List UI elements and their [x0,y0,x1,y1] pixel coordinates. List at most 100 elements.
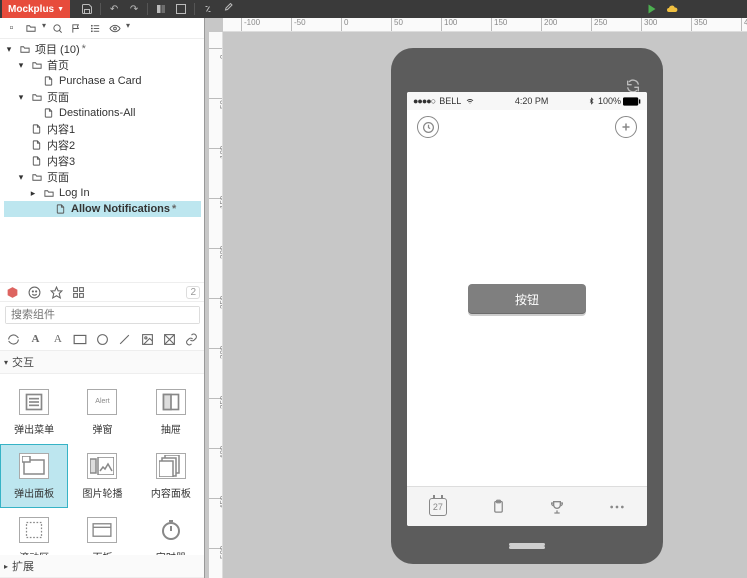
section-footer[interactable]: ▸ 扩展 [0,555,205,578]
recent-icon[interactable] [417,116,439,138]
tree-label: Destinations-All [59,107,135,119]
text-icon[interactable]: A [28,331,42,347]
list-icon[interactable] [88,21,103,35]
home-indicator [509,543,545,546]
tree-node[interactable]: ▾首页 [4,57,201,73]
more-icon[interactable] [609,504,625,510]
grid-icon[interactable] [71,285,85,299]
circle-icon[interactable] [95,331,109,347]
tree-label: 内容2 [47,137,75,153]
widget-alert[interactable]: Alert弹窗 [68,380,136,444]
folder-icon [30,171,43,184]
redo-icon[interactable]: ↷ [127,2,141,16]
app-bar: Mockplus ▼ ↶ ↷ [0,0,747,18]
ruler-horizontal: -150-100-5005010015020025030035040045050… [223,18,747,32]
eyedropper-icon[interactable] [221,2,235,16]
tree-spacer [0,219,205,282]
flag-icon[interactable] [69,21,84,35]
workspace: ▫ ▾ ▾ ▾ [0,18,747,578]
ruler-tick: -50 [291,18,306,31]
tree-node[interactable]: 内容2 [4,137,201,153]
save-icon[interactable] [80,2,94,16]
page-icon [30,155,43,168]
tree-node[interactable]: ▾ 页面 [4,89,201,105]
tree-label: Allow Notifications [71,203,170,215]
undo-icon[interactable]: ↶ [107,2,121,16]
image-icon[interactable] [140,331,154,347]
smiley-icon[interactable] [27,285,41,299]
tree-node[interactable]: 内容3 [4,153,201,169]
rect-icon[interactable] [73,331,87,347]
new-folder-icon[interactable] [23,21,38,35]
canvas-area[interactable]: ●●●●○ BELL 4:20 PM 100% [223,32,747,578]
toolbox-icon-1[interactable] [154,2,168,16]
tree-label: 内容1 [47,121,75,137]
tree-root[interactable]: ▾ 项目 (10) * [4,41,201,57]
trophy-icon[interactable] [549,499,565,515]
tree-toggle-icon[interactable]: ▾ [16,92,26,103]
ruler-vertical: 050100150200250300350400450500 [209,32,223,578]
battery-label: 100% [598,96,621,106]
tree-node[interactable]: Destinations-All [4,105,201,121]
tree-node[interactable]: Allow Notifications* [4,201,201,217]
mock-button[interactable]: 按钮 [468,284,586,314]
widget-stack[interactable]: 内容面板 [137,444,205,508]
label-icon[interactable]: A [51,331,65,347]
placeholder-image-icon[interactable] [162,331,176,347]
status-bar: ●●●●○ BELL 4:20 PM 100% [407,92,647,110]
link-icon[interactable] [185,331,199,347]
tree-toggle-icon[interactable]: ▾ [16,172,26,183]
ruler-tick: 400 [209,448,222,449]
ruler-tick: 100 [209,148,222,149]
tree-toggle-icon[interactable]: ▾ [4,44,14,55]
section-title-interact[interactable]: ▾ 交互 [0,351,205,374]
clipboard-icon[interactable] [491,498,506,515]
eye-icon[interactable] [107,21,122,35]
tree-toggle-icon[interactable]: ▸ [28,188,38,199]
wifi-icon [465,97,475,105]
cloud-sync-icon[interactable] [665,2,679,16]
widget-popup[interactable]: 弹出面板 [0,444,68,508]
star-icon[interactable] [49,285,63,299]
tab-bar: 27 [407,486,647,526]
add-icon[interactable] [615,116,637,138]
tree-toggle-icon[interactable]: ▾ [16,60,26,71]
phone-frame[interactable]: ●●●●○ BELL 4:20 PM 100% [391,48,663,564]
line-icon[interactable] [118,331,132,347]
tree-node[interactable]: ▾页面 [4,169,201,185]
page-icon [30,123,43,136]
refresh-icon[interactable] [6,331,20,347]
mock-button-label: 按钮 [515,291,539,308]
tree-node[interactable]: Purchase a Card [4,73,201,89]
folder-icon [30,59,43,72]
search-input[interactable] [6,307,199,323]
folder-icon [30,91,43,104]
brand[interactable]: Mockplus ▼ [2,0,70,18]
cube-icon[interactable] [5,285,19,299]
link-icon[interactable] [201,2,215,16]
nav-row [407,110,647,144]
tree-node[interactable]: 内容1 [4,121,201,137]
section-title-label: 交互 [12,354,34,370]
toolbox-icon-2[interactable] [174,2,188,16]
search-icon[interactable] [50,21,65,35]
play-icon[interactable] [645,2,659,16]
page-icon [42,107,55,120]
ruler-tick: 500 [209,548,222,549]
new-page-icon[interactable]: ▫ [4,21,19,35]
widget-carousel[interactable]: 图片轮播 [68,444,136,508]
widget-label: 弹窗 [92,421,112,436]
calendar-icon[interactable]: 27 [429,498,447,516]
tree-label: 页面 [47,89,69,105]
widget-menu[interactable]: 弹出菜单 [0,380,68,444]
signal-icon: ●●●●○ [413,96,435,106]
ruler-tick: 250 [209,298,222,299]
folder-icon [18,43,31,56]
tree-node[interactable]: ▸Log In [4,185,201,201]
widget-drawer[interactable]: 抽屉 [137,380,205,444]
brand-label: Mockplus [8,4,54,15]
brand-caret-icon: ▼ [57,6,64,13]
tree-label: 内容3 [47,153,75,169]
section-footer-label: 扩展 [12,558,34,574]
widget-label: 抽屉 [161,421,181,436]
